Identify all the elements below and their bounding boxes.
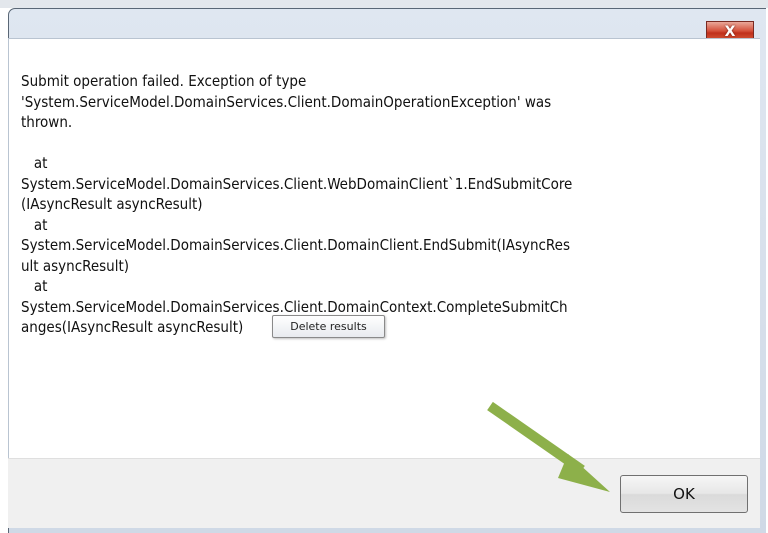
message-line: at (21, 215, 48, 234)
ok-button[interactable]: OK (620, 475, 748, 513)
message-line: System.ServiceModel.DomainServices.Clien… (21, 236, 570, 254)
message-line: at (21, 154, 48, 172)
message-line: (IAsyncResult asyncResult) (21, 195, 203, 213)
background-strip (0, 0, 768, 8)
message-line: 'System.ServiceModel.DomainServices.Clie… (21, 92, 552, 111)
message-line (21, 133, 721, 154)
tooltip-delete-results: Delete results (272, 315, 385, 338)
error-message: Submit operation failed. Exception of ty… (21, 71, 721, 338)
message-line: System.ServiceModel.DomainServices.Clien… (21, 297, 568, 316)
message-line: Submit operation failed. Exception of ty… (21, 72, 307, 90)
message-line: ult asyncResult) (21, 256, 130, 275)
message-line: thrown. (21, 113, 73, 131)
arrow-pointer-icon (487, 401, 610, 492)
message-line: at (21, 277, 48, 295)
message-line: System.ServiceModel.DomainServices.Clien… (21, 174, 573, 193)
